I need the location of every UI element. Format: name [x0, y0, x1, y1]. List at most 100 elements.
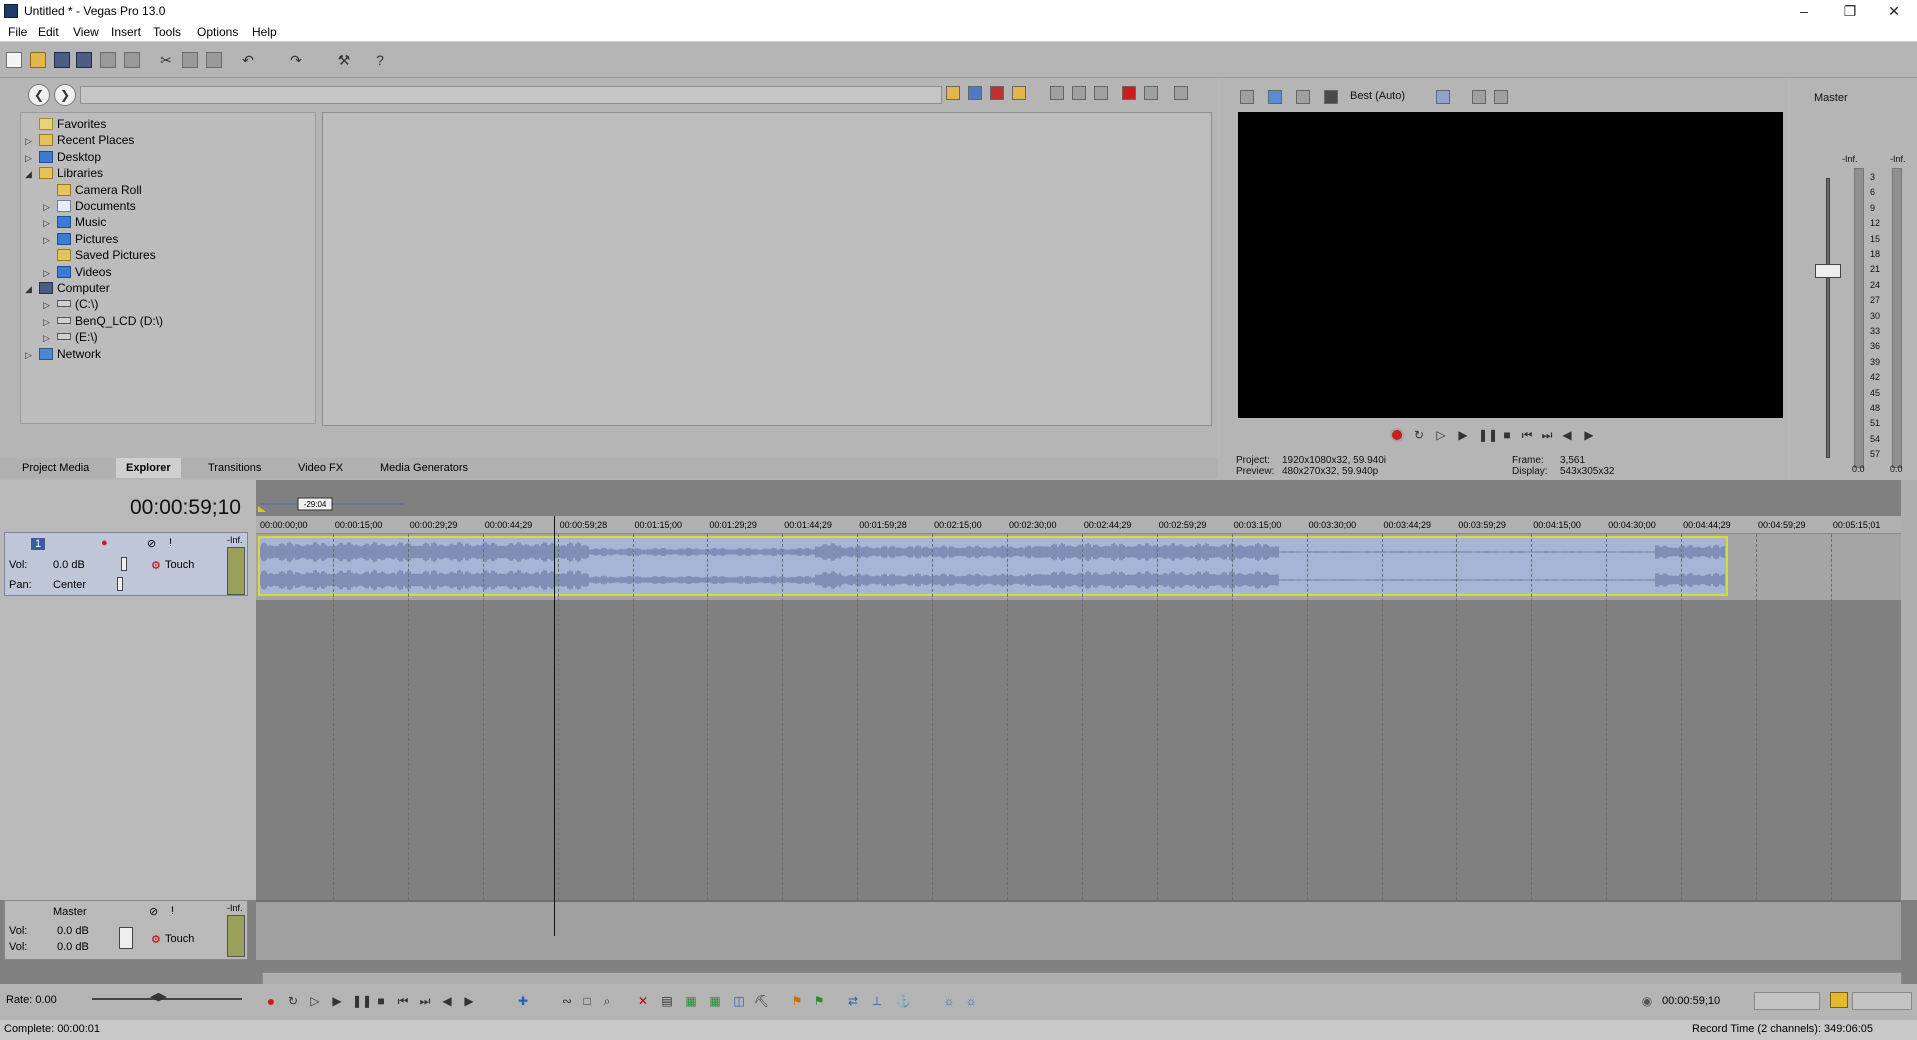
go-to-start-icon[interactable]: ⏮	[1520, 428, 1534, 442]
save-snapshot-icon[interactable]	[1494, 90, 1508, 104]
views-icon[interactable]	[1174, 86, 1188, 100]
track-pan-slider[interactable]	[117, 577, 123, 591]
close-button[interactable]: ✕	[1871, 0, 1917, 22]
tree-item[interactable]: ▷ Pictures	[43, 230, 118, 248]
render-as-icon[interactable]	[100, 52, 116, 68]
tree-item[interactable]: ◢ Computer	[25, 279, 110, 297]
redo-icon[interactable]: ↷	[288, 52, 304, 68]
start-preview-icon[interactable]	[1050, 86, 1064, 100]
go-to-end-icon[interactable]: ⏭	[1540, 428, 1554, 442]
tab-video-fx[interactable]: Video FX	[288, 458, 353, 478]
timeline-record-icon[interactable]: ●	[264, 994, 278, 1008]
tree-item[interactable]: Favorites	[25, 115, 106, 133]
ignore-event-grouping-icon[interactable]: ☼	[964, 994, 978, 1008]
video-output-fx-icon[interactable]	[1240, 90, 1254, 104]
split-icon[interactable]: ◫	[732, 994, 746, 1008]
record-time-field[interactable]	[1852, 992, 1912, 1010]
auto-crossfades-icon[interactable]: ⊥	[870, 994, 884, 1008]
preview-quality-select[interactable]: Best (Auto)	[1350, 90, 1405, 102]
paste-icon[interactable]	[206, 52, 222, 68]
lock-icon[interactable]: ⛏	[754, 994, 769, 1008]
tree-item[interactable]: ▷ Music	[43, 213, 106, 231]
pause-icon[interactable]: ❚❚	[1478, 428, 1498, 442]
search-icon[interactable]	[1144, 86, 1158, 100]
back-icon[interactable]: ❮	[28, 84, 50, 106]
timeline-previous-frame-icon[interactable]: ◀	[440, 994, 454, 1008]
undo-icon[interactable]: ↶	[240, 52, 256, 68]
audio-event[interactable]	[258, 536, 1728, 596]
tree-item[interactable]: ▷ Recent Places	[25, 131, 134, 149]
timeline-stop-icon[interactable]: ■	[374, 994, 388, 1008]
tree-item[interactable]: ▷ Network	[25, 345, 101, 363]
cut-icon[interactable]: ✂	[158, 52, 174, 68]
zoom-edit-tool-icon[interactable]: ⌕	[600, 994, 614, 1008]
menu-edit[interactable]: Edit	[38, 25, 59, 39]
mute-icon[interactable]: ⊘	[147, 537, 156, 550]
tree-item[interactable]: ▷ BenQ_LCD (D:\)	[43, 312, 163, 330]
enable-snapping-icon[interactable]: ⚒	[336, 52, 352, 68]
automation-mode[interactable]: Touch	[165, 559, 194, 571]
next-frame-icon[interactable]: ▶	[1582, 428, 1596, 442]
master-automation-mode[interactable]: Touch	[165, 933, 194, 945]
loop-region-bar[interactable]: -29:04	[256, 480, 1901, 516]
overlays-icon[interactable]	[1436, 90, 1450, 104]
new-project-icon[interactable]	[6, 52, 22, 68]
timeline-cursor[interactable]	[554, 516, 555, 936]
stop-preview-icon[interactable]	[1072, 86, 1086, 100]
timeline-play-icon[interactable]: ▶	[330, 994, 344, 1008]
menu-tools[interactable]: Tools	[153, 25, 181, 39]
whats-this-help-icon[interactable]: ?	[372, 52, 388, 68]
timeline-pause-icon[interactable]: ❚❚	[352, 994, 372, 1008]
preview-quality-icon[interactable]	[1324, 90, 1338, 104]
menu-file[interactable]: File	[8, 25, 27, 39]
rate-slider-handle[interactable]: ◀▶	[150, 990, 174, 1003]
master-bus-track-header[interactable]: Master ⊘ ! Vol: 0.0 dB Vol: 0.0 dB ⚙ Tou…	[4, 900, 248, 960]
selection-edit-tool-icon[interactable]: □	[580, 994, 594, 1008]
normal-edit-tool-icon[interactable]: ✚	[516, 994, 530, 1008]
snapping-icon[interactable]: ⚓	[896, 994, 911, 1008]
tree-item[interactable]: ◢ Libraries	[25, 164, 103, 182]
insert-region-icon[interactable]: ⚑	[812, 994, 826, 1008]
audio-track-header[interactable]: 1 ● ⊘ ! Vol: 0.0 dB ⚙ Touch Pan: Center …	[4, 532, 248, 596]
auto-preview-icon[interactable]	[1094, 86, 1108, 100]
collapse-arrow-icon[interactable]: ◢	[25, 280, 35, 298]
tree-item[interactable]: ▷ Videos	[43, 263, 111, 281]
timeline-go-to-start-icon[interactable]: ⏮	[396, 994, 410, 1008]
insert-marker-icon[interactable]: ⚑	[790, 994, 804, 1008]
lock-envelopes-icon[interactable]: ☼	[942, 994, 956, 1008]
menu-options[interactable]: Options	[197, 25, 238, 39]
open-project-icon[interactable]	[30, 52, 46, 68]
forward-icon[interactable]: ❯	[54, 84, 76, 106]
record-icon[interactable]	[1390, 428, 1404, 442]
master-bus-lane[interactable]	[256, 900, 1901, 960]
auto-ripple-icon[interactable]: ⇄	[846, 994, 860, 1008]
trim-icon[interactable]: ▤	[660, 994, 674, 1008]
master-fader-handle[interactable]	[1815, 264, 1841, 278]
master-mute-icon[interactable]: ⊘	[149, 905, 158, 918]
master-volume-slider[interactable]	[119, 927, 133, 949]
tree-item[interactable]: Camera Roll	[43, 181, 142, 199]
tree-item[interactable]: ▷ Desktop	[25, 148, 101, 166]
selection-length-field[interactable]	[1754, 992, 1820, 1010]
trim-end-icon[interactable]: ▦	[708, 994, 722, 1008]
get-media-icon[interactable]	[1122, 86, 1136, 100]
save-icon[interactable]	[54, 52, 70, 68]
tab-media-generators[interactable]: Media Generators	[370, 458, 478, 478]
copy-icon[interactable]	[182, 52, 198, 68]
timeline-ruler[interactable]: 00:00:00;00 00:00:15;00 00:00:29;29 00:00:4…	[256, 516, 1901, 534]
tab-project-media[interactable]: Project Media	[12, 458, 99, 478]
menu-view[interactable]: View	[73, 25, 99, 39]
play-icon[interactable]: ▶	[1456, 428, 1470, 442]
delete-event-icon[interactable]: ✕	[636, 994, 650, 1008]
up-one-level-icon[interactable]	[946, 86, 960, 100]
collapse-arrow-icon[interactable]: ◢	[25, 165, 35, 183]
menu-insert[interactable]: Insert	[111, 25, 141, 39]
tree-item[interactable]: Saved Pictures	[43, 246, 156, 264]
master-solo-icon[interactable]: !	[171, 905, 174, 917]
menu-help[interactable]: Help	[252, 25, 277, 39]
timeline-play-from-start-icon[interactable]: ▷	[308, 994, 322, 1008]
stop-icon[interactable]: ■	[1500, 428, 1514, 442]
play-from-start-icon[interactable]: ▷	[1434, 428, 1448, 442]
explorer-path-field[interactable]	[80, 86, 942, 104]
expand-arrow-icon[interactable]: ▷	[25, 346, 35, 364]
